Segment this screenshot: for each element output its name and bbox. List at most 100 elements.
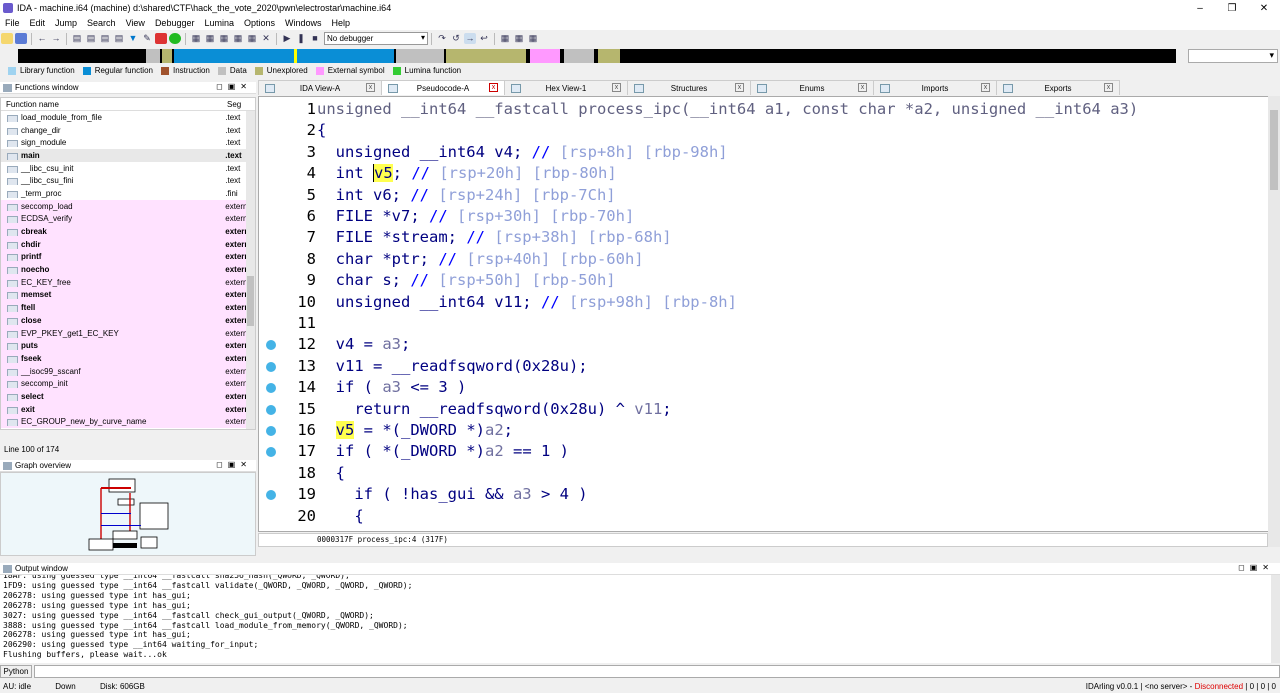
output-scrollbar[interactable] xyxy=(1271,575,1280,663)
scroll-thumb[interactable] xyxy=(247,276,254,326)
panel-controls[interactable]: ◻▣✕ xyxy=(216,460,252,469)
variable[interactable]: a2 xyxy=(485,442,504,460)
menu-item-lumina[interactable]: Lumina xyxy=(199,18,239,28)
function-row[interactable]: select extern xyxy=(1,390,255,403)
stop-debug-icon[interactable]: ■ xyxy=(309,33,321,44)
forward-arrow-icon[interactable]: → xyxy=(50,33,62,44)
return-icon[interactable]: ↩ xyxy=(478,33,490,44)
menu-item-edit[interactable]: Edit xyxy=(25,18,51,28)
functions-scrollbar[interactable] xyxy=(246,111,255,429)
code-line[interactable]: 12 v4 = a3; xyxy=(259,334,1269,355)
variable[interactable]: a2 xyxy=(485,421,504,439)
function-row[interactable]: close extern xyxy=(1,314,255,327)
variable[interactable]: a3 xyxy=(382,378,401,396)
patch-icon[interactable]: ▦ xyxy=(246,33,258,44)
function-row[interactable]: seccomp_load extern xyxy=(1,199,255,213)
function-row[interactable]: cbreak extern xyxy=(1,225,255,238)
code-line[interactable]: 4 int v5; // [rsp+20h] [rbp-80h] xyxy=(259,163,1269,184)
function-row[interactable]: chdir extern xyxy=(1,237,255,251)
menu-item-windows[interactable]: Windows xyxy=(280,18,327,28)
function-row[interactable]: load_module_from_file .text xyxy=(1,111,255,124)
tab-hex-view-1[interactable]: Hex View-1 x xyxy=(504,80,628,95)
function-row[interactable]: EC_GROUP_new_by_curve_name extern xyxy=(1,415,255,429)
variable[interactable]: a3 xyxy=(513,485,532,503)
tab-close-icon[interactable]: x xyxy=(489,83,498,92)
code-line[interactable]: 2{ xyxy=(259,120,1269,141)
tab-close-icon[interactable]: x xyxy=(735,83,744,92)
code-line[interactable]: 14 if ( a3 <= 3 ) xyxy=(259,377,1269,398)
pause-debug-icon[interactable]: ❚ xyxy=(295,33,307,44)
code-icon[interactable]: ✎ xyxy=(141,33,153,44)
undefine-icon[interactable]: ✕ xyxy=(260,33,272,44)
navigation-band[interactable] xyxy=(0,48,1280,64)
code-line[interactable]: 13 v11 = __readfsqword(0x28u); xyxy=(259,356,1269,377)
code-line[interactable]: 15 return __readfsqword(0x28u) ^ v11; xyxy=(259,399,1269,420)
run-to-cursor-icon[interactable]: → xyxy=(464,33,476,44)
menu-item-search[interactable]: Search xyxy=(82,18,121,28)
tab-close-icon[interactable]: x xyxy=(612,83,621,92)
tab-ida-view-a[interactable]: IDA View-A x xyxy=(258,80,382,95)
data-icon[interactable] xyxy=(155,33,167,44)
search-immediate-icon[interactable]: ▤ xyxy=(99,33,111,44)
code-line[interactable]: 16 v5 = *(_DWORD *)a2; xyxy=(259,420,1269,441)
tab-close-icon[interactable]: x xyxy=(858,83,867,92)
jump-icon[interactable]: ▼ xyxy=(127,33,139,44)
debugger-select[interactable]: No debugger xyxy=(324,32,428,45)
function-row[interactable]: change_dir .text xyxy=(1,124,255,137)
tab-close-icon[interactable]: x xyxy=(981,83,990,92)
code-line[interactable]: 6 FILE *v7; // [rsp+30h] [rbp-70h] xyxy=(259,206,1269,227)
command-input[interactable] xyxy=(34,665,1280,678)
code-line[interactable]: 8 char *ptr; // [rsp+40h] [rbp-60h] xyxy=(259,249,1269,270)
column-function-name[interactable]: Function name xyxy=(1,100,227,109)
code-line[interactable]: 3 unsigned __int64 v4; // [rsp+8h] [rbp-… xyxy=(259,142,1269,163)
column-segment[interactable]: Seg xyxy=(227,100,241,109)
tab-close-icon[interactable]: x xyxy=(1104,83,1113,92)
idarling-icon[interactable]: ▦ xyxy=(527,33,539,44)
step-over-icon[interactable]: ↺ xyxy=(450,33,462,44)
segment-icon[interactable]: ▦ xyxy=(218,33,230,44)
tab-exports[interactable]: Exports x xyxy=(996,80,1120,95)
graph-overview[interactable] xyxy=(0,472,256,556)
code-line[interactable]: 9 char s; // [rsp+50h] [rbp-50h] xyxy=(259,270,1269,291)
function-row[interactable]: __isoc99_sscanf extern xyxy=(1,364,255,378)
code-line[interactable]: 19 if ( !has_gui && a3 > 4 ) xyxy=(259,484,1269,505)
function-row[interactable]: EVP_PKEY_get1_EC_KEY extern xyxy=(1,326,255,340)
function-row[interactable]: ECDSA_verify extern xyxy=(1,212,255,226)
cursor-variable[interactable]: v5 xyxy=(373,164,393,183)
pseudocode-scrollbar[interactable] xyxy=(1268,96,1280,547)
function-row[interactable]: printf extern xyxy=(1,250,255,264)
function-row[interactable]: exit extern xyxy=(1,402,255,416)
menu-item-debugger[interactable]: Debugger xyxy=(150,18,200,28)
tab-structures[interactable]: Structures x xyxy=(627,80,751,95)
tab-pseudocode-a[interactable]: Pseudocode-A x xyxy=(381,80,505,95)
lumina-icon[interactable] xyxy=(169,33,181,44)
proximity-icon[interactable]: ▦ xyxy=(513,33,525,44)
function-row[interactable]: __libc_csu_fini .text xyxy=(1,174,255,187)
struct-icon[interactable]: ▦ xyxy=(190,33,202,44)
code-line[interactable]: 1 unsigned __int64 __fastcall process_ipc… xyxy=(259,99,1269,120)
menu-item-file[interactable]: File xyxy=(0,18,25,28)
search-text-icon[interactable]: ▤ xyxy=(85,33,97,44)
scroll-thumb[interactable] xyxy=(1270,110,1278,190)
enum-icon[interactable]: ▦ xyxy=(204,33,216,44)
functions-list[interactable]: Function name Seg load_module_from_file.… xyxy=(0,97,256,430)
segment-select[interactable] xyxy=(1188,49,1278,63)
open-file-icon[interactable] xyxy=(1,33,13,44)
function-row[interactable]: puts extern xyxy=(1,339,255,353)
highlighted-variable[interactable]: v5 xyxy=(335,421,355,439)
output-window[interactable]: 18AF: using guessed type __int64 __fastc… xyxy=(0,575,1280,663)
xref-icon[interactable]: ▦ xyxy=(232,33,244,44)
code-line[interactable]: 20 { xyxy=(259,506,1269,527)
back-arrow-icon[interactable]: ← xyxy=(36,33,48,44)
function-row[interactable]: noecho extern xyxy=(1,263,255,276)
function-row[interactable]: main .text xyxy=(1,149,255,162)
menu-item-view[interactable]: View xyxy=(121,18,150,28)
menu-item-jump[interactable]: Jump xyxy=(50,18,82,28)
variable[interactable]: a3 xyxy=(382,335,401,353)
variable[interactable]: v11 xyxy=(634,400,662,418)
function-row[interactable]: ftell extern xyxy=(1,301,255,314)
tab-enums[interactable]: Enums x xyxy=(750,80,874,95)
panel-controls[interactable]: ◻▣✕ xyxy=(1238,563,1274,572)
panel-controls[interactable]: ◻▣✕ xyxy=(216,82,252,91)
step-into-icon[interactable]: ↷ xyxy=(436,33,448,44)
